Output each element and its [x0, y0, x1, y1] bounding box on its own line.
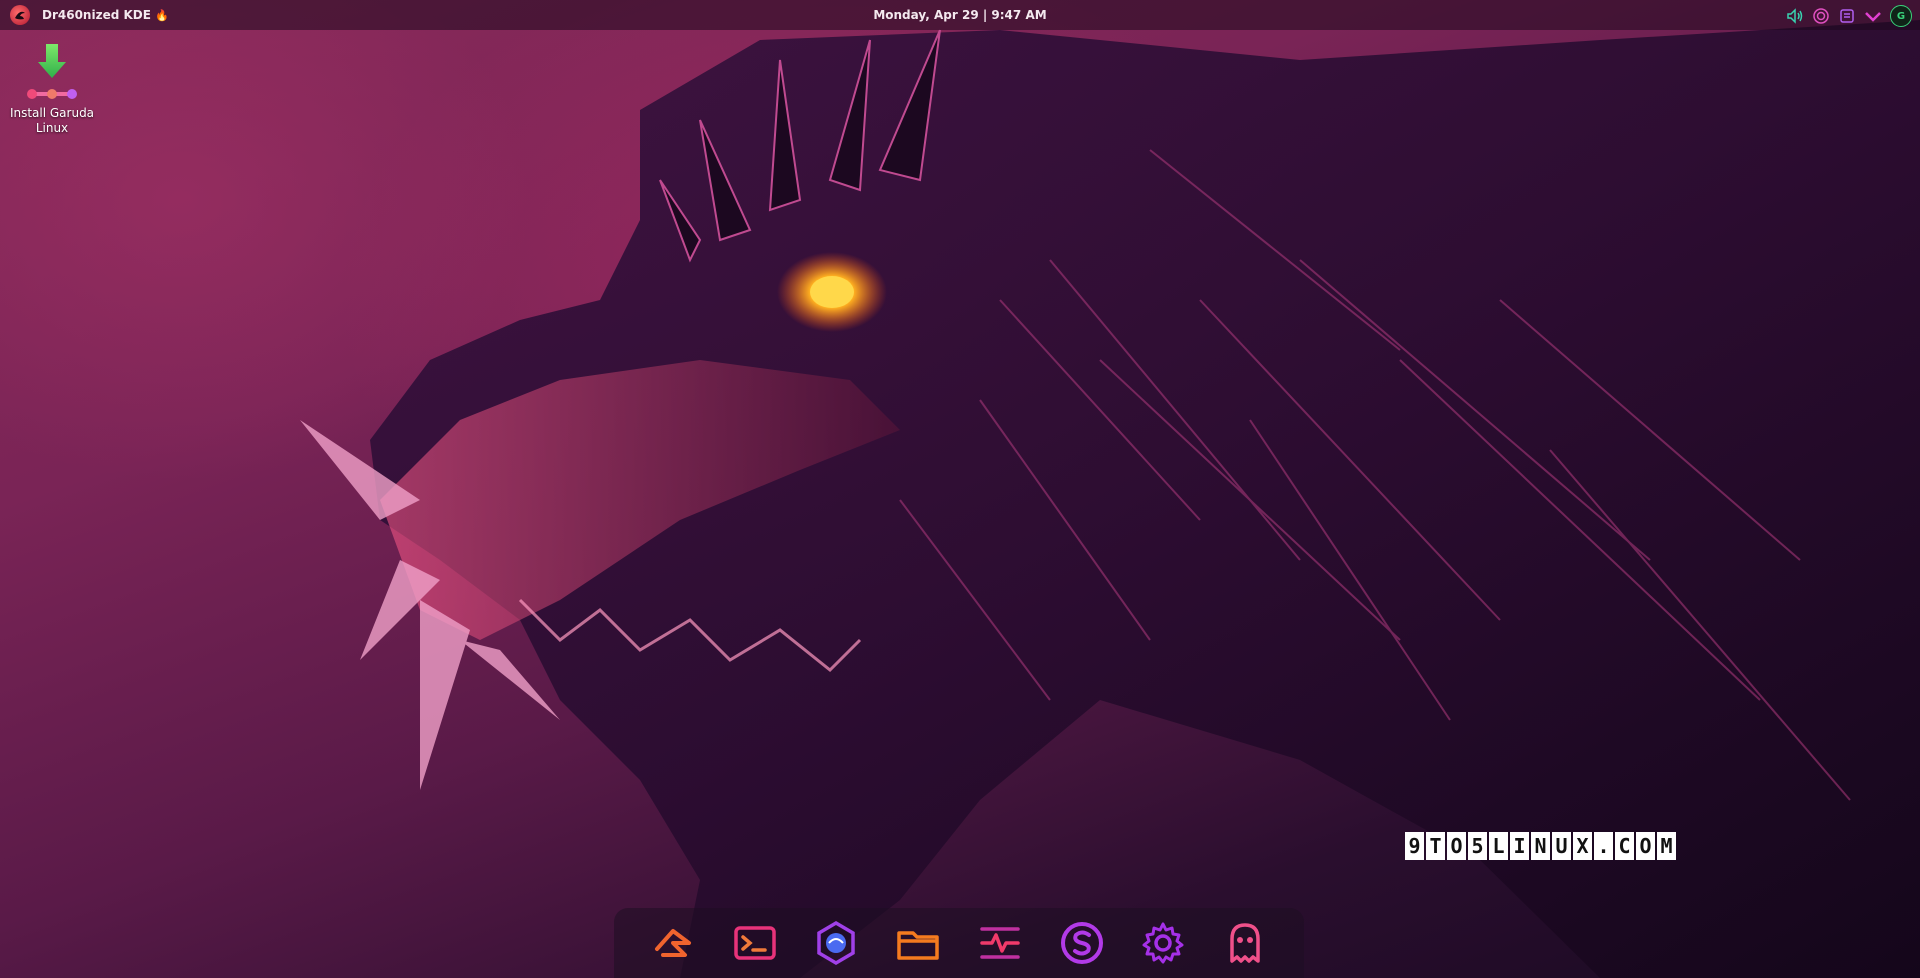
panel-left: Dr460nized KDE 🔥 — [0, 5, 169, 25]
watermark-char: L — [1489, 832, 1508, 860]
firewall-icon[interactable] — [1812, 7, 1830, 25]
software-store-icon[interactable] — [1056, 917, 1108, 969]
garuda-launcher-icon[interactable] — [10, 5, 30, 25]
watermark-char: T — [1426, 832, 1445, 860]
clipboard-icon[interactable] — [1838, 7, 1856, 25]
chevron-down-icon[interactable] — [1864, 7, 1882, 25]
watermark-char: X — [1573, 832, 1592, 860]
ghost-app-icon[interactable] — [1219, 917, 1271, 969]
active-window-title: Dr460nized KDE 🔥 — [42, 8, 169, 22]
watermark-9to5linux: 9 T O 5 L I N U X . C O M — [1405, 832, 1676, 860]
settings-icon[interactable] — [1137, 917, 1189, 969]
file-manager-icon[interactable] — [892, 917, 944, 969]
watermark-char: M — [1657, 832, 1676, 860]
watermark-char: 9 — [1405, 832, 1424, 860]
installer-icon — [27, 44, 77, 99]
clock[interactable]: Monday, Apr 29 | 9:47 AM — [873, 8, 1046, 22]
dock — [614, 908, 1304, 978]
watermark-char: U — [1552, 832, 1571, 860]
desktop[interactable]: Dr460nized KDE 🔥 Monday, Apr 29 | 9:47 A… — [0, 0, 1920, 978]
watermark-char: . — [1594, 832, 1613, 860]
watermark-char: 5 — [1468, 832, 1487, 860]
watermark-char: I — [1510, 832, 1529, 860]
volume-icon[interactable] — [1786, 7, 1804, 25]
terminal-icon[interactable] — [729, 917, 781, 969]
watermark-char: O — [1636, 832, 1655, 860]
watermark-char: C — [1615, 832, 1634, 860]
system-monitor-icon[interactable] — [974, 917, 1026, 969]
garuda-welcome-icon[interactable] — [647, 917, 699, 969]
watermark-char: N — [1531, 832, 1550, 860]
top-panel: Dr460nized KDE 🔥 Monday, Apr 29 | 9:47 A… — [0, 0, 1920, 30]
desktop-icon-label: Install Garuda Linux — [9, 106, 95, 135]
user-avatar[interactable]: G — [1890, 5, 1912, 27]
watermark-char: O — [1447, 832, 1466, 860]
window-title-text: Dr460nized KDE — [42, 8, 151, 22]
garuda-browser-icon[interactable] — [810, 917, 862, 969]
fire-icon: 🔥 — [155, 9, 169, 22]
desktop-icon-install-garuda[interactable]: Install Garuda Linux — [8, 42, 96, 136]
system-tray: G — [1786, 5, 1912, 27]
